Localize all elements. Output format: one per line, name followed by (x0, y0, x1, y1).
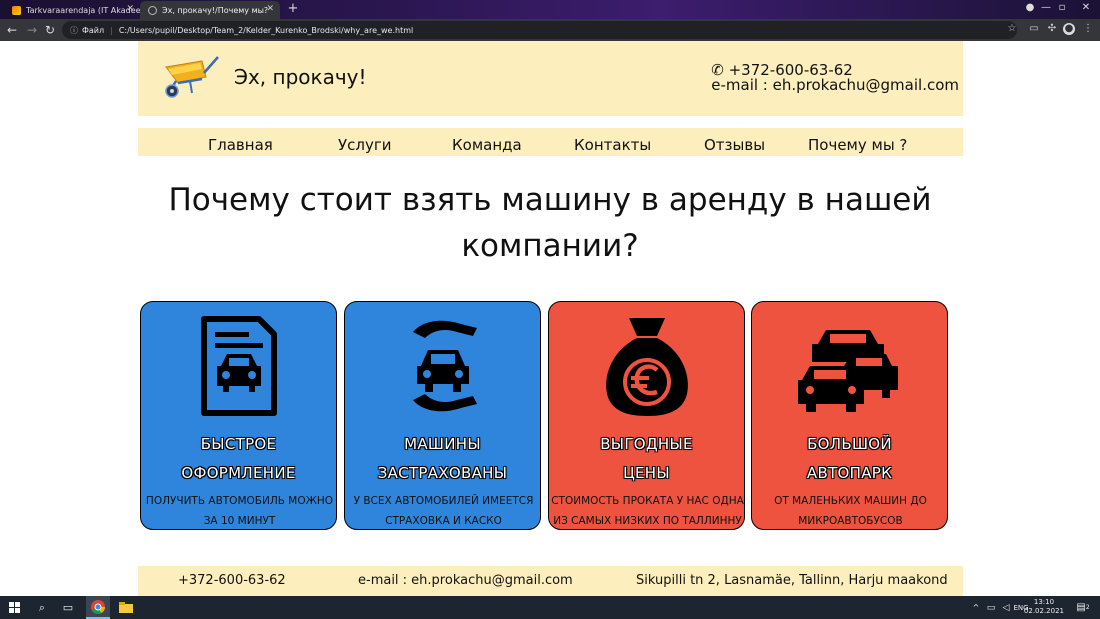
wheelbarrow-logo-icon (165, 56, 219, 98)
tab-it-akadeemia[interactable]: Tarkvaraarendaja (IT Akadeemia) ✕ (4, 1, 140, 19)
notifications-icon[interactable]: ▤ 2 (1076, 596, 1090, 619)
browser-tab-strip: Tarkvaraarendaja (IT Akadeemia) ✕ Эх, пр… (0, 0, 1100, 19)
extension-card-icon[interactable]: ▭ (1028, 23, 1040, 35)
feature-card-good-prices: ВЫГОДНЫЕ ЦЕНЫ СТОИМОСТЬ ПРОКАТА У НАС ОД… (548, 301, 745, 530)
file-explorer-icon[interactable] (114, 596, 138, 619)
insured-car-hands-icon (412, 320, 477, 412)
chrome-taskbar-icon[interactable] (86, 596, 110, 619)
tab-title: Tarkvaraarendaja (IT Akadeemia) (26, 5, 140, 15)
address-url: C:/Users/pupil/Desktop/Team_2/Kelder_Kur… (118, 25, 414, 35)
card-title: ВЫГОДНЫЕ ЦЕНЫ (600, 435, 693, 482)
maximize-icon[interactable]: ▫ (1052, 2, 1072, 13)
header-contacts: ✆ +372-600-63-62 e-mail : eh.prokachu@gm… (711, 63, 959, 93)
tab-why-us[interactable]: Эх, прокачу!/Почему мы? ✕ (140, 1, 280, 19)
search-icon[interactable]: ⌕ (32, 596, 52, 619)
address-bar[interactable]: ⓘ Файл | C:/Users/pupil/Desktop/Team_2/K… (62, 21, 1017, 39)
feature-card-fast-registration: БЫСТРОЕ ОФОРМЛЕНИЕ ПОЛУЧИТЬ АВТОМОБИЛЬ М… (140, 301, 337, 530)
chevron-up-icon[interactable]: ^ (970, 596, 982, 619)
profile-avatar-icon[interactable]: ● (1063, 23, 1075, 35)
reload-icon[interactable]: ↻ (42, 22, 58, 38)
puzzle-extensions-icon[interactable]: ✣ (1046, 23, 1058, 35)
footer-email[interactable]: e-mail : eh.prokachu@gmail.com (358, 573, 573, 588)
address-prefix: Файл (82, 25, 105, 35)
close-tab-icon[interactable]: ✕ (126, 4, 134, 14)
car-fleet-icon (797, 330, 898, 412)
volume-icon[interactable]: ◁ (999, 596, 1013, 619)
footer-address: Sikupilli tn 2, Lasnamäe, Tallinn, Harju… (636, 573, 948, 588)
browser-toolbar: ← → ↻ ⓘ Файл | C:/Users/pupil/Desktop/Te… (0, 19, 1100, 41)
page-title: Почему стоит взять машину в аренду в наш… (168, 182, 932, 264)
header-email[interactable]: e-mail : eh.prokachu@gmail.com (711, 78, 959, 93)
site-footer: +372-600-63-62 e-mail : eh.prokachu@gmai… (138, 566, 963, 596)
nav-item-why-us[interactable]: Почему мы ? (808, 136, 907, 154)
info-icon[interactable]: ⓘ (70, 25, 78, 36)
card-description: У ВСЕХ АВТОМОБИЛЕЙ ИМЕЕТСЯ СТРАХОВКА И К… (353, 495, 534, 527)
site-header: Эх, прокачу! ✆ +372-600-63-62 e-mail : e… (138, 41, 963, 116)
close-tab-icon[interactable]: ✕ (266, 4, 274, 14)
brand-name: Эх, прокачу! (234, 65, 367, 89)
feature-card-insured: МАШИНЫ ЗАСТРАХОВАНЫ У ВСЕХ АВТОМОБИЛЕЙ И… (344, 301, 541, 530)
task-view-icon[interactable]: ▭ (58, 596, 78, 619)
main-navigation: Главная Услуги Команда Контакты Отзывы П… (138, 128, 963, 156)
windows-taskbar: ⌕ ▭ ^ ▭ ◁ ENG 13:10 02.02.2021 ▤ 2 (0, 596, 1100, 619)
feature-card-big-fleet: БОЛЬШОЙ АВТОПАРК ОТ МАЛЕНЬКИХ МАШИН ДО М… (751, 301, 948, 530)
card-description: СТОИМОСТЬ ПРОКАТА У НАС ОДНА ИЗ САМЫХ НИ… (551, 495, 744, 527)
windows-start-icon[interactable] (4, 596, 24, 619)
card-title: МАШИНЫ ЗАСТРАХОВАНЫ (377, 435, 508, 482)
back-arrow-icon[interactable]: ← (4, 22, 20, 38)
footer-phone: +372-600-63-62 (178, 573, 286, 588)
web-page: Эх, прокачу! ✆ +372-600-63-62 e-mail : e… (0, 41, 1100, 596)
nav-item-home[interactable]: Главная (208, 136, 273, 154)
card-title: БЫСТРОЕ ОФОРМЛЕНИЕ (181, 435, 296, 482)
system-clock[interactable]: 13:10 02.02.2021 (1024, 598, 1064, 616)
bookmark-star-icon[interactable]: ☆ (1006, 23, 1018, 35)
close-window-icon[interactable]: ✕ (1076, 2, 1096, 13)
euro-money-bag-icon (605, 318, 688, 416)
nav-item-contacts[interactable]: Контакты (574, 136, 651, 154)
card-description: ПОЛУЧИТЬ АВТОМОБИЛЬ МОЖНО ЗА 10 МИНУТ (145, 495, 334, 527)
globe-favicon-icon (148, 5, 157, 15)
forward-arrow-icon[interactable]: → (24, 22, 40, 38)
card-title: БОЛЬШОЙ АВТОПАРК (806, 435, 893, 482)
menu-dots-icon[interactable]: ⋮ (1082, 23, 1094, 35)
flame-favicon-icon (12, 5, 21, 15)
nav-item-reviews[interactable]: Отзывы (704, 136, 765, 154)
address-separator: | (110, 25, 113, 35)
document-car-icon (200, 316, 277, 416)
tab-title: Эх, прокачу!/Почему мы? (162, 5, 269, 15)
new-tab-icon[interactable]: + (285, 1, 301, 17)
network-icon[interactable]: ▭ (984, 596, 998, 619)
nav-item-services[interactable]: Услуги (338, 136, 391, 154)
card-description: ОТ МАЛЕНЬКИХ МАШИН ДО МИКРОАВТОБУСОВ (774, 495, 927, 527)
nav-item-team[interactable]: Команда (452, 136, 522, 154)
